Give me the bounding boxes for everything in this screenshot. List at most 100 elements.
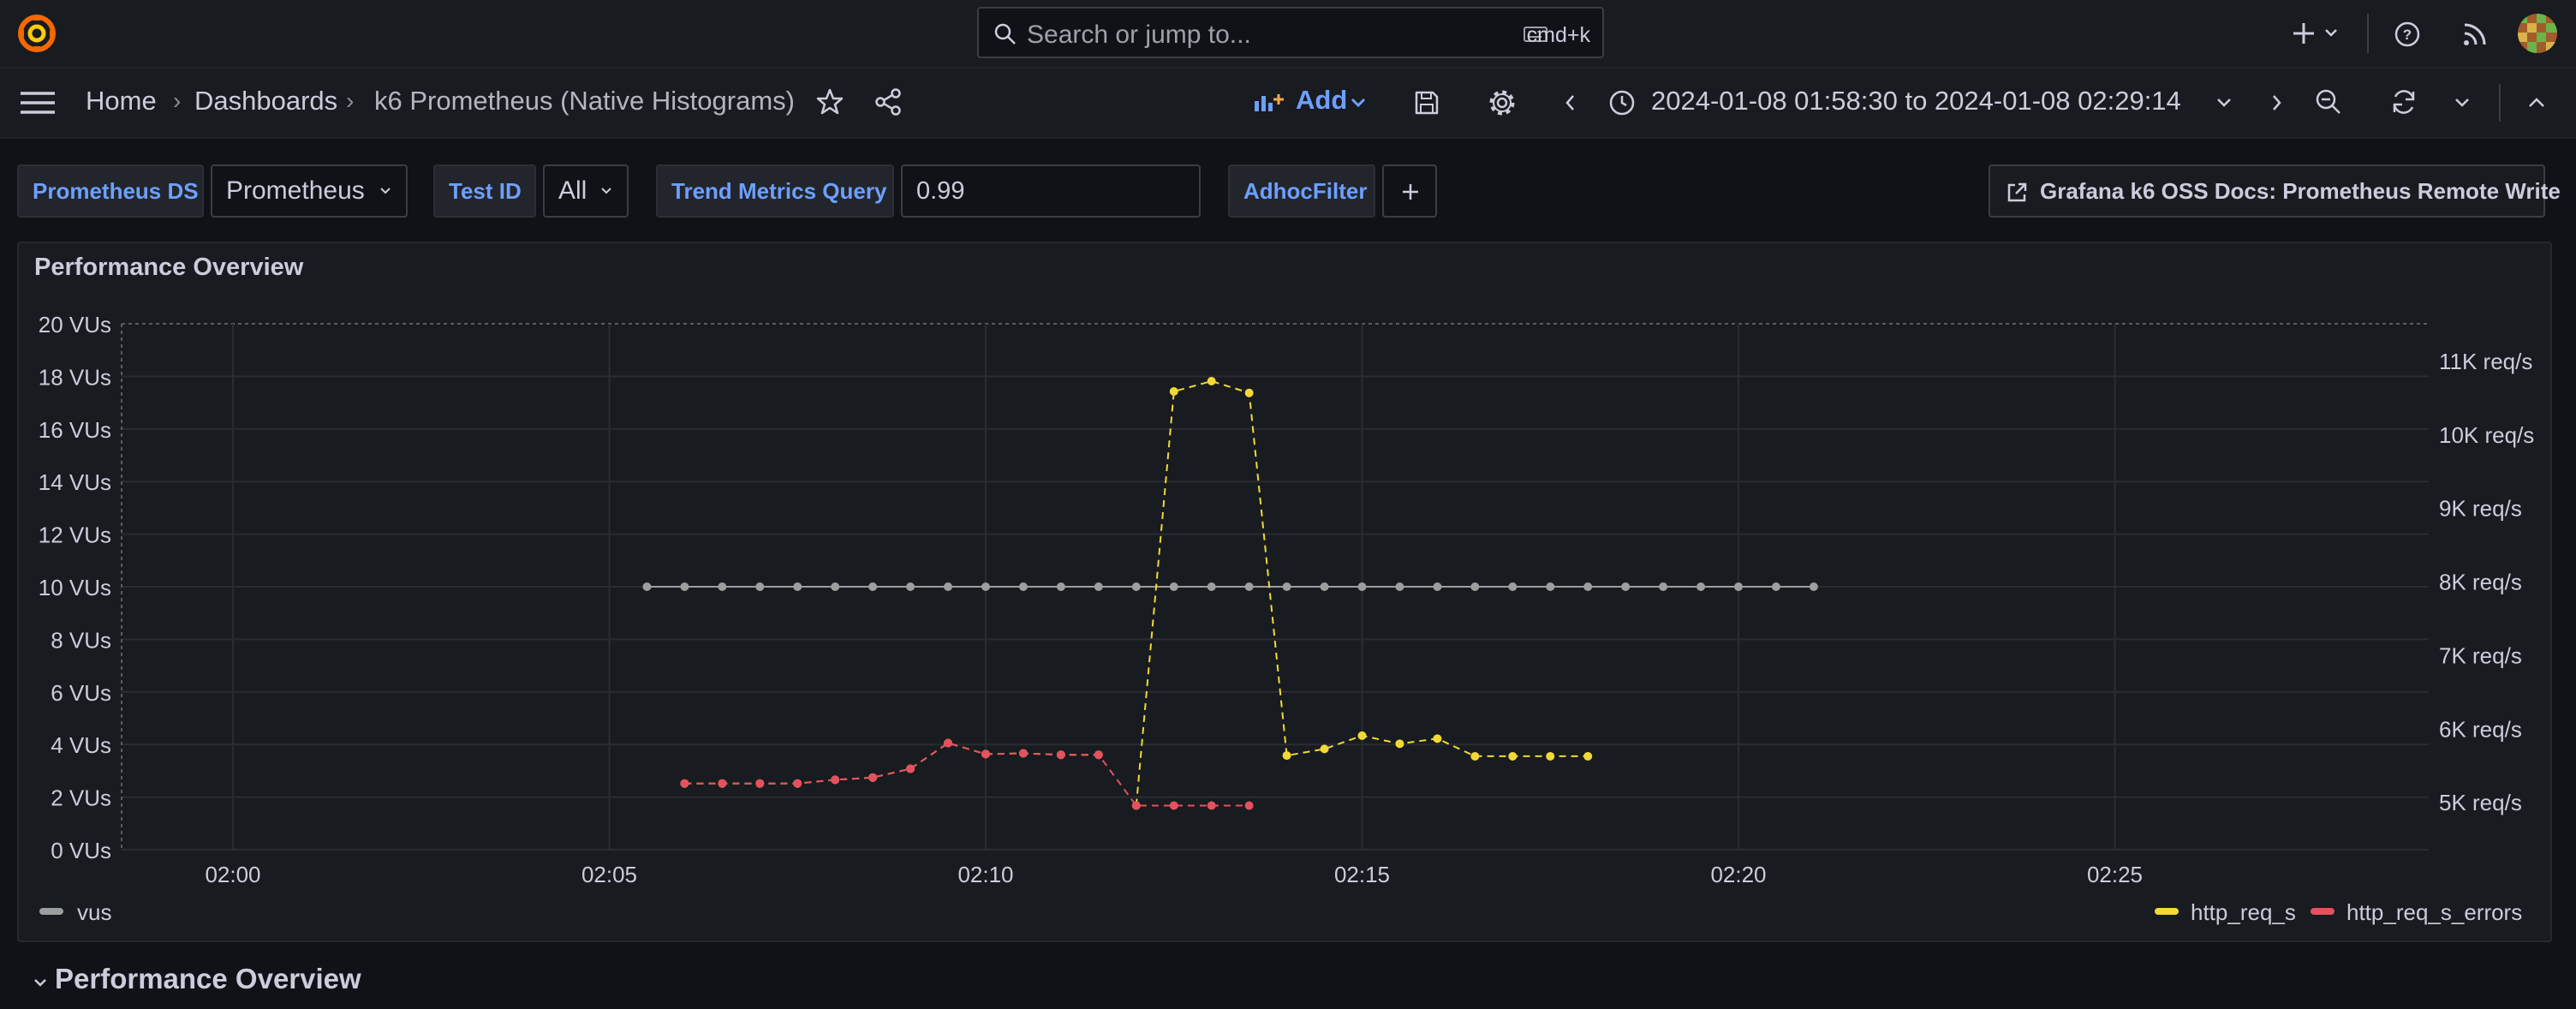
left-axis-tick-label: 10 VUs	[39, 575, 111, 600]
share-icon[interactable]	[874, 87, 903, 116]
data-point-vus	[755, 582, 765, 591]
trend-metrics-query-input[interactable]: 0.99	[901, 164, 1201, 218]
datasource-select-value: Prometheus	[226, 176, 365, 205]
help-icon[interactable]: ?	[2394, 21, 2421, 48]
testid-select[interactable]: All	[543, 164, 629, 218]
news-rss-icon[interactable]	[2461, 21, 2489, 48]
clock-icon	[1609, 90, 1635, 116]
data-point-http_req_s	[1207, 376, 1216, 385]
data-point-http_req_s	[1433, 734, 1442, 743]
data-point-vus	[981, 582, 990, 591]
x-axis-tick-label: 02:25	[2087, 862, 2143, 887]
data-point-http_req_s_errors	[680, 779, 689, 788]
chevron-down-icon	[380, 188, 391, 194]
data-point-vus	[793, 582, 802, 591]
data-point-vus	[1508, 582, 1518, 591]
adhoc-filter-label: AdhocFilter	[1228, 164, 1375, 218]
data-point-http_req_s	[1282, 751, 1291, 761]
data-point-vus	[1583, 582, 1593, 591]
data-point-vus	[831, 582, 840, 591]
row-title[interactable]: Performance Overview	[55, 963, 361, 995]
data-point-http_req_s_errors	[944, 738, 953, 748]
data-point-vus	[1809, 582, 1818, 591]
external-link-icon	[2007, 182, 2027, 202]
right-axis-tick-label: 11K req/s	[2439, 349, 2532, 374]
data-point-http_req_s_errors	[1244, 801, 1254, 810]
data-point-vus	[1207, 582, 1216, 591]
data-point-http_req_s	[1244, 388, 1254, 397]
data-point-vus	[1018, 582, 1028, 591]
data-point-http_req_s	[1169, 387, 1178, 397]
docs-link-button[interactable]: Grafana k6 OSS Docs: Prometheus Remote W…	[1989, 164, 2561, 218]
refresh-interval-chevron-icon[interactable]	[2453, 94, 2472, 111]
right-axis-tick-label: 5K req/s	[2439, 790, 2522, 815]
right-axis-tick-label: 9K req/s	[2439, 496, 2522, 522]
x-axis-tick-label: 02:10	[957, 862, 1013, 887]
data-point-vus	[718, 582, 727, 591]
x-axis-tick-label: 02:05	[581, 862, 637, 887]
trend-metrics-query-label: Trend Metrics Query	[656, 164, 894, 218]
data-point-http_req_s	[1470, 751, 1480, 761]
breadcrumb-separator-icon: ›	[173, 87, 182, 114]
breadcrumb-dashboards[interactable]: Dashboards	[194, 86, 337, 116]
data-point-vus	[944, 582, 953, 591]
data-point-http_req_s_errors	[1056, 750, 1065, 760]
time-range-picker[interactable]: 2024-01-08 01:58:30 to 2024-01-08 02:29:…	[1651, 86, 2181, 116]
performance-overview-chart[interactable]: 0 VUs 2 VUs 4 VUs 6 VUs 8 VUs 10 VUs 12 VUs 14 …	[19, 243, 2550, 940]
right-axis-tick-label: 7K req/s	[2439, 642, 2522, 668]
zoom-out-icon[interactable]	[2314, 87, 2343, 116]
data-point-http_req_s_errors	[1169, 801, 1178, 810]
user-avatar-icon[interactable]	[2518, 14, 2557, 53]
data-point-vus	[1094, 582, 1103, 591]
data-point-http_req_s_errors	[755, 779, 765, 788]
time-shift-back-icon[interactable]	[1560, 93, 1581, 113]
data-point-vus	[906, 582, 915, 591]
right-axis-tick-label: 10K req/s	[2439, 422, 2534, 448]
data-point-vus	[1131, 582, 1141, 591]
legend-label-vus: vus	[77, 899, 111, 925]
left-axis-tick-label: 6 VUs	[51, 680, 111, 706]
data-point-vus	[1056, 582, 1065, 591]
svg-text:?: ?	[2403, 27, 2412, 43]
star-icon[interactable]	[815, 87, 844, 116]
data-point-http_req_s_errors	[1018, 749, 1028, 758]
legend-label-http_req_s: http_req_s	[2191, 899, 2296, 925]
data-point-http_req_s_errors	[981, 749, 990, 759]
legend-swatch-vus	[39, 908, 63, 915]
new-plus-icon[interactable]	[2292, 21, 2343, 46]
collapse-chevron-up-icon[interactable]	[2526, 93, 2547, 113]
add-panel-icon	[1255, 94, 1284, 111]
row-collapse-chevron-icon[interactable]	[31, 975, 50, 990]
data-point-http_req_s_errors	[1094, 750, 1103, 760]
grafana-logo-icon[interactable]	[17, 14, 57, 53]
data-point-http_req_s_errors	[1131, 801, 1141, 810]
data-point-http_req_s_errors	[793, 779, 802, 788]
legend-label-http_req_s_errors: http_req_s_errors	[2346, 899, 2522, 925]
x-axis-tick-label: 02:00	[205, 862, 260, 887]
data-point-http_req_s_errors	[1207, 801, 1216, 810]
breadcrumb-current-dashboard: k6 Prometheus (Native Histograms)	[374, 86, 795, 116]
refresh-icon[interactable]	[2389, 87, 2418, 116]
x-axis-tick-label: 02:20	[1710, 862, 1766, 887]
data-point-vus	[1621, 582, 1631, 591]
chevron-down-icon	[601, 188, 611, 194]
data-point-vus	[1282, 582, 1291, 591]
x-axis-tick-label: 02:15	[1334, 862, 1390, 887]
data-point-vus	[1357, 582, 1367, 591]
chevron-down-icon[interactable]	[2215, 94, 2233, 111]
search-input[interactable]: Search or jump to... cmd+k	[977, 7, 1604, 58]
data-point-http_req_s	[1320, 744, 1329, 754]
add-filter-button[interactable]	[1382, 164, 1437, 218]
datasource-select[interactable]: Prometheus	[211, 164, 408, 218]
data-point-vus	[1395, 582, 1404, 591]
save-icon[interactable]	[1413, 89, 1440, 116]
dashboard-nav-bar: Home › Dashboards › k6 Prometheus (Nativ…	[0, 69, 2576, 139]
time-shift-forward-icon[interactable]	[2266, 93, 2287, 113]
left-axis-tick-label: 16 VUs	[39, 417, 111, 443]
settings-gear-icon[interactable]	[1487, 87, 1518, 118]
breadcrumb-home[interactable]: Home	[86, 86, 157, 116]
data-point-vus	[1771, 582, 1780, 591]
left-axis-tick-label: 18 VUs	[39, 364, 111, 390]
docs-link-label: Grafana k6 OSS Docs: Prometheus Remote W…	[2040, 178, 2561, 204]
menu-hamburger-icon[interactable]	[21, 91, 55, 115]
